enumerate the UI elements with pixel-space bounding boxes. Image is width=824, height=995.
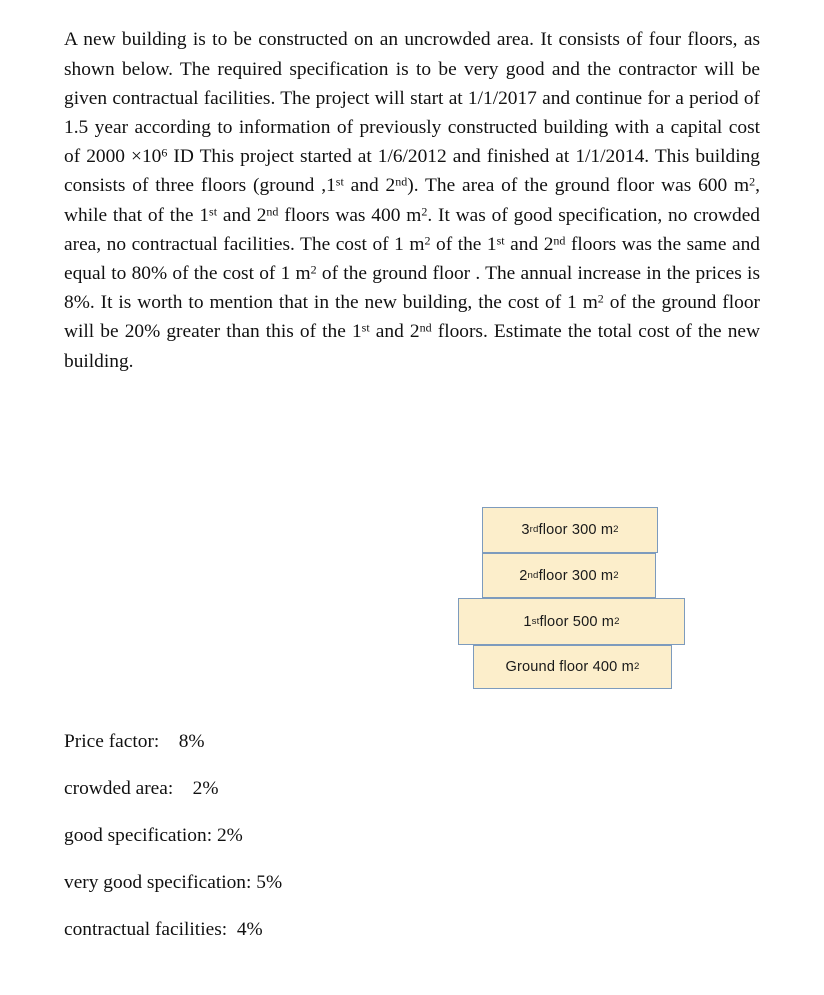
factor-value: 2%	[192, 778, 219, 799]
factor-gap	[159, 731, 178, 753]
factor-row: good specification: 2%	[64, 825, 484, 872]
document-page: A new building is to be constructed on a…	[0, 0, 824, 995]
superscript: 2	[424, 233, 431, 248]
factor-label: crowded area:	[64, 778, 174, 799]
factor-list: Price factor: 8% crowded area: 2% good s…	[64, 731, 484, 966]
factor-gap	[173, 778, 192, 800]
problem-statement-paragraph: A new building is to be constructed on a…	[64, 29, 761, 372]
floor-box-third: 3rd floor 300 m2	[482, 507, 658, 553]
floor-box-first: 1st floor 500 m2	[458, 598, 685, 645]
factor-label: contractual facilities:	[64, 919, 228, 940]
superscript: nd	[266, 204, 279, 219]
superscript: 2	[597, 291, 604, 306]
factor-label: Price factor:	[64, 731, 160, 752]
factor-label: good specification:	[64, 825, 213, 846]
factor-row: Price factor: 8%	[64, 731, 484, 778]
superscript: nd	[553, 233, 566, 248]
superscript: 2	[749, 175, 756, 189]
superscript: st	[209, 204, 218, 219]
factor-row: very good specification: 5%	[64, 872, 484, 919]
superscript: 2	[421, 204, 428, 219]
floor-box-second: 2nd floor 300 m2	[482, 553, 656, 598]
factor-value: 2%	[216, 825, 243, 846]
factor-value: 5%	[256, 872, 283, 893]
superscript: st	[496, 233, 505, 248]
floor-box-ground: Ground floor 400 m2	[473, 645, 672, 689]
building-diagram: 3rd floor 300 m2 2nd floor 300 m2 1st fl…	[450, 495, 700, 695]
factor-row: contractual facilities: 4%	[64, 919, 484, 966]
superscript: st	[361, 321, 370, 336]
factor-label: very good specification:	[64, 872, 252, 893]
superscript: 6	[161, 145, 168, 160]
superscript: 2	[310, 262, 317, 277]
superscript: st	[335, 175, 344, 189]
factor-gap	[227, 919, 237, 941]
superscript: nd	[395, 175, 408, 189]
factor-value: 8%	[178, 731, 205, 752]
superscript: nd	[419, 321, 432, 336]
factor-value: 4%	[236, 919, 263, 940]
factor-row: crowded area: 2%	[64, 778, 484, 825]
